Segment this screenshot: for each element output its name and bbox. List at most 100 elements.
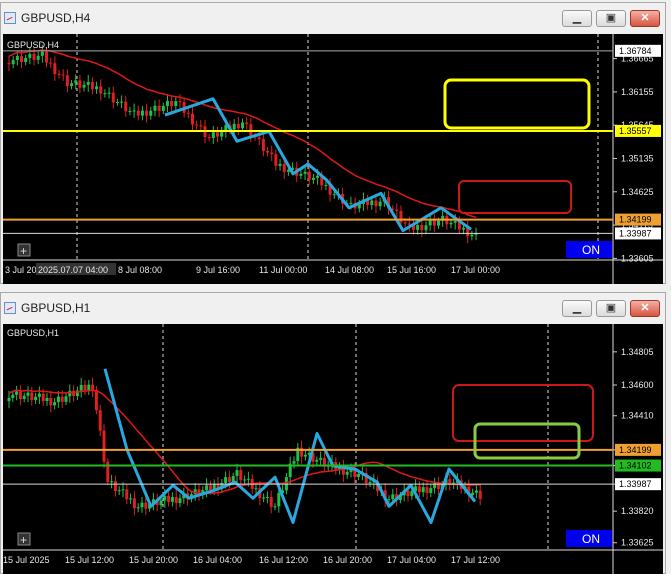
candle-body (7, 397, 11, 402)
candle-body (374, 200, 378, 207)
candle-body (30, 392, 34, 401)
candle-body (107, 92, 111, 94)
candle-body (140, 502, 144, 508)
candle-body (79, 385, 83, 391)
candle-body (368, 482, 372, 484)
chart-window-h4: GBPUSD,H4 ▁ ▣ ✕ 1.366651.361551.356451.3… (0, 2, 666, 284)
candle-body (91, 384, 95, 390)
candle-body (292, 461, 296, 464)
candle-body (87, 384, 91, 391)
window-titlebar[interactable]: GBPUSD,H4 ▁ ▣ ✕ (1, 3, 665, 33)
candle-body (299, 173, 303, 176)
time-axis-label: 15 Jul 20:00 (129, 555, 178, 565)
candle-body (140, 110, 144, 116)
candle-body (111, 92, 115, 103)
candle-body (428, 220, 432, 226)
candle-body (49, 397, 53, 406)
time-axis-label: 15 Jul 16:00 (387, 265, 436, 275)
candle-body (245, 122, 249, 125)
candle-body (113, 481, 117, 492)
candle-body (174, 101, 178, 107)
window-titlebar[interactable]: GBPUSD,H1 ▁ ▣ ✕ (1, 293, 665, 323)
expand-button[interactable]: + (17, 532, 31, 547)
candle-body (311, 177, 315, 180)
maximize-button[interactable]: ▣ (596, 300, 626, 317)
candle-body (20, 56, 24, 63)
candle-body (34, 396, 38, 401)
price-chart[interactable]: 1.366651.361551.356451.351351.346251.341… (3, 34, 663, 284)
candle-body (128, 110, 132, 112)
candle-body (37, 393, 41, 397)
on-button[interactable]: ON (566, 241, 612, 258)
candle-body (32, 53, 36, 60)
price-scale-label: 1.33625 (621, 538, 654, 548)
candle-body (378, 201, 382, 207)
candle-body (60, 396, 64, 402)
candle-body (303, 171, 307, 174)
candle-body (274, 154, 278, 166)
time-axis-label: 14 Jul 08:00 (325, 265, 374, 275)
candle-body (315, 459, 319, 462)
candle-body (216, 132, 219, 137)
candle-body (57, 73, 61, 75)
svg-text:+: + (20, 533, 27, 547)
candle-body (236, 123, 240, 129)
time-axis-label: 17 Jul 00:00 (451, 265, 500, 275)
minimize-button[interactable]: ▁ (562, 300, 592, 317)
price-chart[interactable]: 1.34805 1.34600 1.34410 1.34199 1.34102 1.339… (3, 324, 663, 574)
candle-body (102, 430, 106, 462)
candle-body (149, 110, 153, 116)
close-button[interactable]: ✕ (630, 300, 660, 317)
candle-body (471, 492, 475, 495)
candle-body (74, 80, 78, 84)
minimize-button[interactable]: ▁ (562, 10, 592, 27)
candle-body (83, 385, 87, 391)
candle-body (153, 105, 157, 111)
candle-body (28, 53, 32, 58)
time-axis-label: 16 Jul 20:00 (323, 555, 372, 565)
price-tag-label: 1.36784 (619, 46, 652, 56)
close-button[interactable]: ✕ (630, 10, 660, 27)
candle-body (110, 481, 114, 483)
candle-body (370, 200, 374, 206)
candle-body (170, 100, 174, 107)
candle-body (45, 397, 49, 402)
expand-button[interactable]: + (17, 243, 31, 258)
candle-body (257, 137, 261, 140)
candle-body (265, 496, 269, 498)
on-button[interactable]: ON (566, 530, 612, 547)
time-axis-label: 3 Jul 20 (5, 265, 37, 275)
candle-body (22, 395, 26, 399)
candle-body (324, 185, 328, 187)
candle-body (270, 152, 274, 155)
candle-body (11, 60, 15, 65)
candle-body (332, 194, 336, 196)
candle-body (40, 51, 44, 56)
price-scale-label: 1.34600 (621, 380, 654, 390)
maximize-button[interactable]: ▣ (596, 10, 626, 27)
chart-symbol-label: GBPUSD,H1 (7, 328, 59, 338)
candle-body (449, 222, 453, 225)
candle-body (345, 471, 349, 475)
time-axis-label: 16 Jul 12:00 (259, 555, 308, 565)
candle-body (420, 225, 424, 231)
candle-body (403, 222, 407, 224)
candle-body (261, 139, 265, 151)
price-tag-label: 1.34199 (619, 445, 652, 455)
candle-body (49, 62, 53, 64)
candle-body (437, 220, 441, 226)
candle-body (208, 485, 212, 491)
candle-body (243, 479, 247, 481)
price-tag-label: 1.33987 (619, 228, 652, 238)
candle-body (429, 488, 433, 493)
candle-body (254, 488, 258, 490)
candle-body (125, 489, 129, 500)
candle-body (195, 124, 199, 126)
candle-body (64, 396, 68, 402)
chart-background (3, 34, 663, 284)
candle-body (319, 457, 323, 460)
candle-body (277, 493, 281, 507)
candle-body (121, 489, 125, 491)
candle-body (170, 497, 174, 502)
candle-body (357, 473, 361, 477)
